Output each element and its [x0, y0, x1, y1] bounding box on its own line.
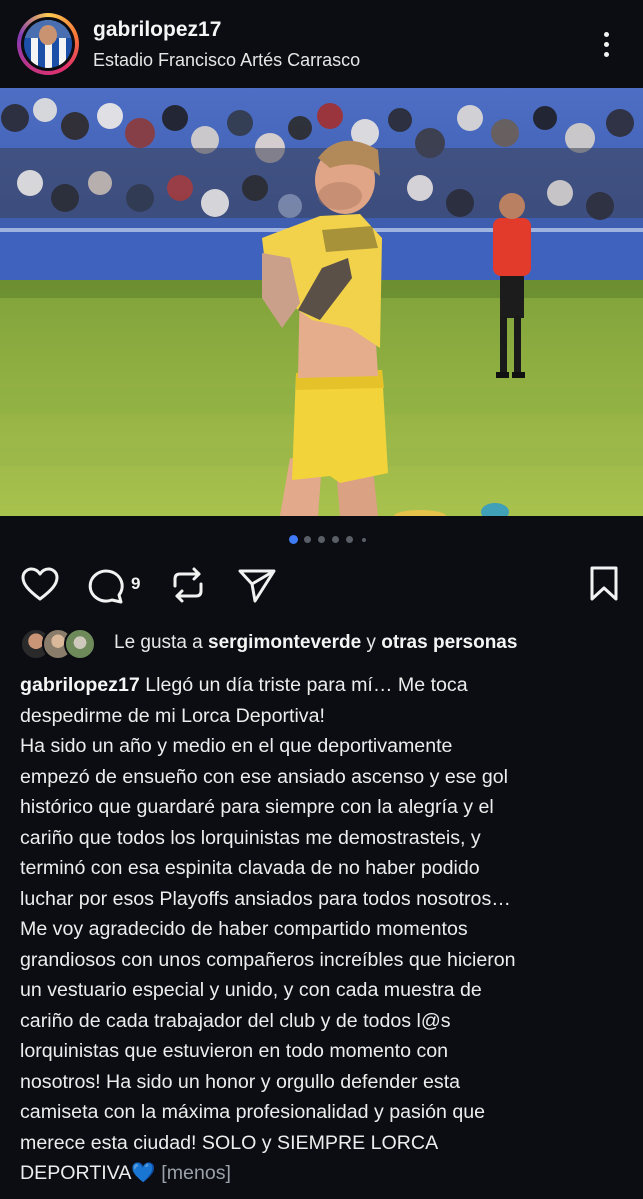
post-photo[interactable]: [0, 88, 643, 516]
caption-line: grandiosos con unos compañeros increíble…: [20, 948, 516, 971]
carousel-dot: [304, 536, 311, 543]
repost-button[interactable]: [170, 566, 206, 604]
comment-button[interactable]: [85, 565, 127, 605]
comment-count[interactable]: 9: [131, 574, 140, 594]
bookmark-icon: [590, 566, 618, 601]
caption-line: terminó con esa espinita clavada de no h…: [20, 857, 480, 879]
caption-username[interactable]: gabrilopez17: [20, 674, 140, 696]
like-button[interactable]: [20, 565, 60, 605]
likes-summary[interactable]: Le gusta a sergimonteverde y otras perso…: [20, 626, 630, 660]
post-username[interactable]: gabrilopez17: [93, 18, 221, 42]
send-icon: [238, 569, 276, 603]
caption-line: lorquinistas que estuvieron en todo mome…: [20, 1040, 449, 1062]
likes-joiner: y: [361, 632, 382, 653]
caption-line: Ha sido un año y medio en el que deporti…: [20, 735, 453, 757]
carousel-dot: [332, 536, 339, 543]
caption-line: Llegó un día triste para mí… Me toca: [145, 674, 468, 696]
comment-icon: [88, 569, 124, 604]
liker-username[interactable]: sergimonteverde: [208, 632, 361, 653]
carousel-dot-active: [289, 535, 298, 544]
caption-line: histórico que guardaré para siempre con …: [20, 796, 494, 818]
caption-line: un vestuario especial y unido, y con cad…: [20, 979, 482, 1001]
carousel-dot: [318, 536, 325, 543]
profile-avatar[interactable]: [17, 13, 79, 75]
caption-line: luchar por esos Playoffs ansiados para t…: [20, 887, 511, 910]
likes-others[interactable]: otras personas: [381, 632, 517, 653]
post-caption: gabrilopez17 Llegó un día triste para mí…: [20, 670, 628, 1189]
likes-text: Le gusta a sergimonteverde y otras perso…: [114, 632, 517, 654]
repost-icon: [173, 567, 203, 603]
more-options-icon[interactable]: [592, 26, 620, 62]
caption-line: Me voy agradecido de haber compartido mo…: [20, 918, 468, 940]
carousel-dot: [346, 536, 353, 543]
heart-icon: [21, 567, 59, 601]
post-header: gabrilopez17 Estadio Francisco Artés Car…: [0, 0, 643, 88]
carousel-indicator: [0, 534, 643, 546]
caption-line: merece esta ciudad! SOLO y SIEMPRE LORCA: [20, 1131, 439, 1154]
caption-line: empezó de ensueño con ese ansiado ascens…: [20, 765, 509, 788]
show-less-link[interactable]: [menos]: [161, 1162, 231, 1184]
carousel-dot: [362, 538, 366, 542]
caption-line: cariño de cada trabajador del club y de …: [20, 1009, 451, 1032]
caption-line: nosotros! Ha sido un honor y orgullo def…: [20, 1070, 461, 1093]
liker-avatar: [64, 628, 96, 660]
save-button[interactable]: [588, 565, 620, 603]
caption-line: camiseta con la máxima profesionalidad y…: [20, 1101, 486, 1123]
likes-prefix: Le gusta a: [114, 632, 209, 653]
caption-line: DEPORTIVA💙: [20, 1162, 156, 1184]
caption-line: cariño que todos los lorquinistas me dem…: [20, 826, 481, 849]
caption-line: despedirme de mi Lorca Deportiva!: [20, 704, 325, 727]
share-button[interactable]: [237, 566, 277, 604]
post-location[interactable]: Estadio Francisco Artés Carrasco: [93, 50, 360, 71]
